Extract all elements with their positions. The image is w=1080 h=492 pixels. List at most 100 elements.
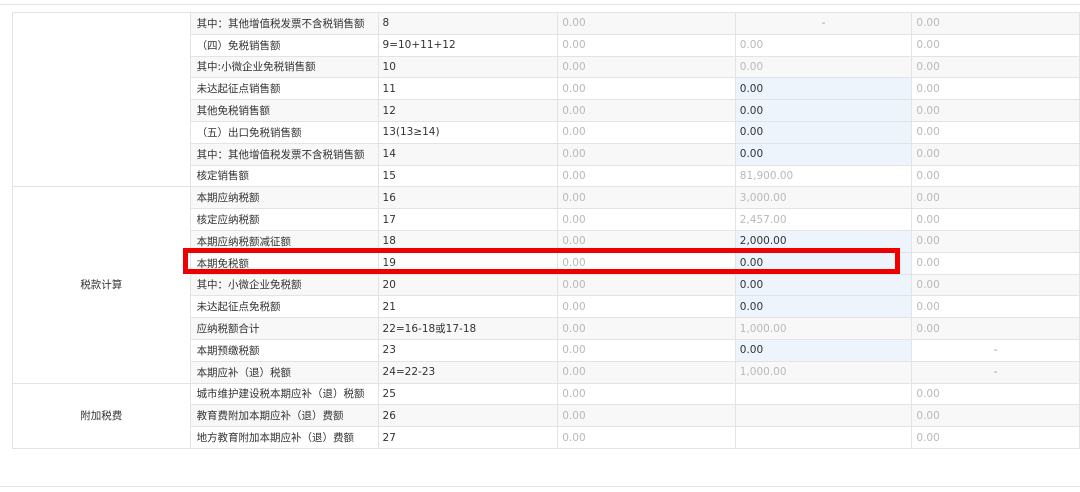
row-formula: 8 — [377, 12, 559, 35]
value-input[interactable]: 0.00 — [734, 295, 913, 319]
top-divider — [0, 4, 1080, 5]
value-cell: 0.00 — [911, 77, 1080, 101]
row-formula: 13(13≥14) — [377, 120, 559, 144]
row-label: 其中：其他增值税发票不含税销售额 — [189, 12, 379, 35]
row-label: 本期应纳税额 — [189, 186, 379, 210]
value-input[interactable]: 0.00 — [734, 273, 913, 297]
table-row: 其中：其他增值税发票不含税销售额 8 0.00-0.00 — [12, 11, 1080, 188]
value-cell — [734, 404, 913, 428]
value-cell: 0.00 — [557, 404, 736, 428]
row-formula: 26 — [377, 404, 559, 428]
row-label: （四）免税销售额 — [189, 33, 379, 57]
row-formula: 18 — [377, 229, 559, 253]
row-formula: 25 — [377, 382, 559, 406]
value-cell: 0.00 — [911, 382, 1080, 406]
tax-return-table: 其中：其他增值税发票不含税销售额 8 0.00-0.00 （四）免税销售额 9=10+1… — [12, 11, 1080, 449]
row-label: 其他免税销售额 — [189, 99, 379, 122]
row-label: 本期应补（退）税额 — [189, 360, 379, 384]
value-input[interactable]: 0.00 — [734, 142, 913, 166]
row-label: 城市维护建设税本期应补（退）税额 — [189, 382, 379, 406]
value-cell: 0.00 — [911, 120, 1080, 144]
value-cell: 0.00 — [557, 55, 736, 79]
value-cell: 0.00 — [734, 55, 913, 79]
row-formula: 11 — [377, 77, 559, 101]
value-cell: 0.00 — [557, 273, 736, 297]
value-cell: 0.00 — [557, 77, 736, 101]
row-label: 其中：其他增值税发票不含税销售额 — [189, 142, 379, 166]
value-cell: 0.00 — [557, 99, 736, 122]
bottom-divider — [0, 486, 1080, 487]
row-label: 本期应纳税额减征额 — [189, 229, 379, 253]
row-formula: 17 — [377, 208, 559, 231]
value-cell: 0.00 — [911, 55, 1080, 79]
value-cell: 0.00 — [911, 229, 1080, 253]
value-cell: 0.00 — [557, 382, 736, 406]
row-formula: 9=10+11+12 — [377, 33, 559, 57]
value-cell — [734, 426, 913, 449]
table-row: 税款计算 本期应纳税额 16 0.00 3,000.00 0.00 — [12, 186, 1080, 384]
row-label: 教育费附加本期应补（退）费额 — [189, 404, 379, 428]
row-formula: 22=16-18或17-18 — [377, 317, 559, 340]
value-cell: 0.00 — [557, 229, 736, 253]
row-formula: 23 — [377, 338, 559, 362]
row-label: 本期免税额 — [189, 251, 379, 275]
value-cell: 3,000.00 — [734, 186, 913, 210]
value-cell: 0.00 — [911, 404, 1080, 428]
value-cell: - — [911, 360, 1080, 384]
value-cell: 0.00 — [557, 142, 736, 166]
value-cell: 0.00 — [557, 251, 736, 275]
row-label: 其中：小微企业免税额 — [189, 273, 379, 297]
row-formula: 24=22-23 — [377, 360, 559, 384]
section-cell-sales — [12, 11, 191, 188]
row-label: 其中:小微企业免税销售额 — [189, 55, 379, 79]
value-cell: 0.00 — [911, 186, 1080, 210]
value-input[interactable]: 0.00 — [734, 99, 913, 122]
row-formula: 19 — [377, 251, 559, 275]
value-cell: 0.00 — [911, 208, 1080, 231]
value-cell: 0.00 — [557, 338, 736, 362]
value-cell: 2,457.00 — [734, 208, 913, 231]
value-cell: 0.00 — [557, 186, 736, 210]
value-cell: 0.00 — [911, 295, 1080, 319]
value-cell: 0.00 — [557, 12, 736, 35]
value-cell: 1,000.00 — [734, 360, 913, 384]
row-label: 应纳税额合计 — [189, 317, 379, 340]
row-label: 未达起征点免税额 — [189, 295, 379, 319]
row-label: 核定应纳税额 — [189, 208, 379, 231]
value-cell: - — [911, 338, 1080, 362]
row-formula: 16 — [377, 186, 559, 210]
row-formula: 14 — [377, 142, 559, 166]
value-input[interactable]: 0.00 — [734, 77, 913, 101]
row-formula: 27 — [377, 426, 559, 449]
row-formula: 21 — [377, 295, 559, 319]
value-cell: 0.00 — [911, 273, 1080, 297]
value-input[interactable]: 0.00 — [734, 338, 913, 362]
value-cell: 0.00 — [734, 33, 913, 57]
value-cell: 0.00 — [911, 317, 1080, 340]
value-cell: - — [734, 12, 913, 35]
value-cell: 0.00 — [557, 120, 736, 144]
value-cell — [734, 382, 913, 406]
row-formula: 20 — [377, 273, 559, 297]
value-cell: 0.00 — [557, 33, 736, 57]
row-label: （五）出口免税销售额 — [189, 120, 379, 144]
value-cell: 0.00 — [557, 360, 736, 384]
row-formula: 12 — [377, 99, 559, 122]
value-cell: 81,900.00 — [734, 164, 913, 188]
value-cell: 0.00 — [557, 164, 736, 188]
section-cell-tax-calc: 税款计算 — [12, 186, 191, 384]
value-input[interactable]: 0.00 — [734, 251, 913, 275]
value-cell: 0.00 — [911, 99, 1080, 122]
value-cell: 0.00 — [557, 208, 736, 231]
row-label: 地方教育附加本期应补（退）费额 — [189, 426, 379, 449]
value-cell: 0.00 — [911, 164, 1080, 188]
value-input[interactable]: 0.00 — [734, 120, 913, 144]
row-label: 核定销售额 — [189, 164, 379, 188]
value-cell: 0.00 — [911, 33, 1080, 57]
value-cell: 0.00 — [911, 251, 1080, 275]
value-input[interactable]: 2,000.00 — [734, 229, 913, 253]
row-label: 未达起征点销售额 — [189, 77, 379, 101]
table-body: 其中：其他增值税发票不含税销售额 8 0.00-0.00 （四）免税销售额 9=10+1… — [12, 11, 1080, 449]
value-cell: 0.00 — [557, 295, 736, 319]
value-cell: 0.00 — [557, 426, 736, 449]
